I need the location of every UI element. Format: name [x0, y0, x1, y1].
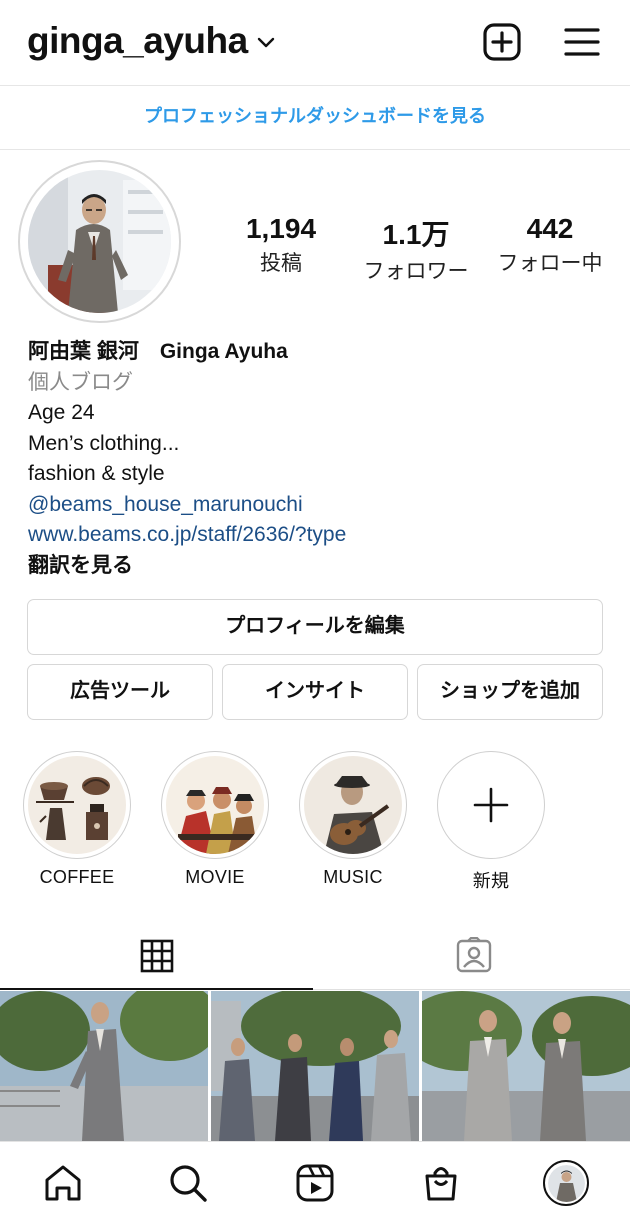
ad-tools-button[interactable]: 広告ツール	[27, 664, 213, 720]
chevron-down-icon	[257, 37, 274, 48]
bottom-navigation	[0, 1141, 630, 1223]
nav-search-button[interactable]	[165, 1160, 211, 1206]
profile-tabs	[0, 922, 630, 990]
highlight-ring	[299, 751, 407, 859]
post-thumbnail[interactable]	[0, 991, 208, 1141]
shop-bag-icon	[425, 1167, 457, 1201]
post-thumbnail[interactable]	[422, 991, 630, 1141]
stat-followers[interactable]: 1.1万 フォロワー	[351, 213, 481, 285]
stat-posts-label: 投稿	[260, 252, 302, 275]
home-icon	[45, 1165, 81, 1201]
bio-line: Men’s clothing...	[28, 431, 180, 455]
profile-avatar-ring[interactable]	[18, 160, 181, 323]
bio-website-link[interactable]: www.beams.co.jp/staff/2636/?type	[28, 520, 608, 551]
stat-following-label: フォロー中	[497, 252, 603, 275]
username: ginga_ayuha	[27, 20, 248, 61]
plus-square-icon	[483, 23, 521, 61]
bio-line: Age 24	[28, 401, 95, 424]
display-name: 阿由葉 銀河 Ginga Ayuha	[28, 340, 288, 363]
account-switcher[interactable]: ginga_ayuha	[27, 20, 276, 62]
highlight-label: 新規	[472, 871, 510, 891]
coffee-highlight-image	[28, 756, 126, 854]
highlight-label: COFFEE	[39, 867, 115, 887]
highlight-label: MOVIE	[185, 867, 245, 887]
movie-highlight-image	[166, 756, 264, 854]
nav-profile-button[interactable]	[543, 1160, 589, 1206]
see-translation-link[interactable]: 翻訳を見る	[28, 551, 608, 582]
nav-reels-button[interactable]	[292, 1160, 338, 1206]
hamburger-menu-icon	[564, 28, 600, 56]
profile-bio: 阿由葉 銀河 Ginga Ayuha 個人ブログ Age 24 Men’s cl…	[28, 337, 608, 581]
stat-following[interactable]: 442 フォロー中	[485, 213, 615, 277]
bio-mention-link[interactable]: @beams_house_marunouchi	[28, 490, 608, 521]
highlight-coffee[interactable]: COFFEE	[23, 751, 131, 888]
plus-icon	[473, 787, 509, 823]
profile-avatar	[28, 170, 171, 313]
search-icon	[170, 1165, 207, 1202]
bio-line: fashion & style	[28, 462, 165, 485]
stat-posts[interactable]: 1,194 投稿	[216, 213, 346, 277]
highlight-music[interactable]: MUSIC	[299, 751, 407, 888]
tagged-person-icon	[456, 937, 491, 973]
post-thumbnail[interactable]	[211, 991, 419, 1141]
new-post-button[interactable]	[482, 22, 522, 62]
menu-button[interactable]	[562, 22, 602, 62]
nav-home-button[interactable]	[40, 1160, 86, 1206]
grid-icon	[140, 939, 173, 973]
top-header: ginga_ayuha	[0, 0, 630, 86]
insights-button[interactable]: インサイト	[222, 664, 408, 720]
highlight-ring	[23, 751, 131, 859]
profile-avatar-small	[543, 1160, 589, 1206]
nav-shop-button[interactable]	[418, 1160, 464, 1206]
profile-category: 個人ブログ	[28, 370, 133, 394]
music-highlight-image	[304, 756, 402, 854]
stat-followers-value: 1.1万	[382, 219, 450, 250]
tab-active-indicator	[0, 988, 313, 990]
posts-grid	[0, 991, 630, 1141]
highlight-movie[interactable]: MOVIE	[161, 751, 269, 888]
stat-followers-label: フォロワー	[363, 260, 469, 283]
reels-icon	[296, 1164, 334, 1202]
add-shop-button[interactable]: ショップを追加	[417, 664, 603, 720]
stat-following-value: 442	[526, 213, 574, 244]
tab-tagged[interactable]	[317, 922, 630, 990]
highlight-new[interactable]: 新規	[437, 751, 545, 893]
edit-profile-button[interactable]: プロフィールを編集	[27, 599, 603, 655]
highlight-ring	[437, 751, 545, 859]
highlight-ring	[161, 751, 269, 859]
stat-posts-value: 1,194	[245, 213, 317, 244]
professional-dashboard-link[interactable]: プロフェッショナルダッシュボードを見る	[0, 86, 630, 150]
highlight-label: MUSIC	[323, 867, 383, 887]
tab-posts-grid[interactable]	[0, 922, 313, 990]
